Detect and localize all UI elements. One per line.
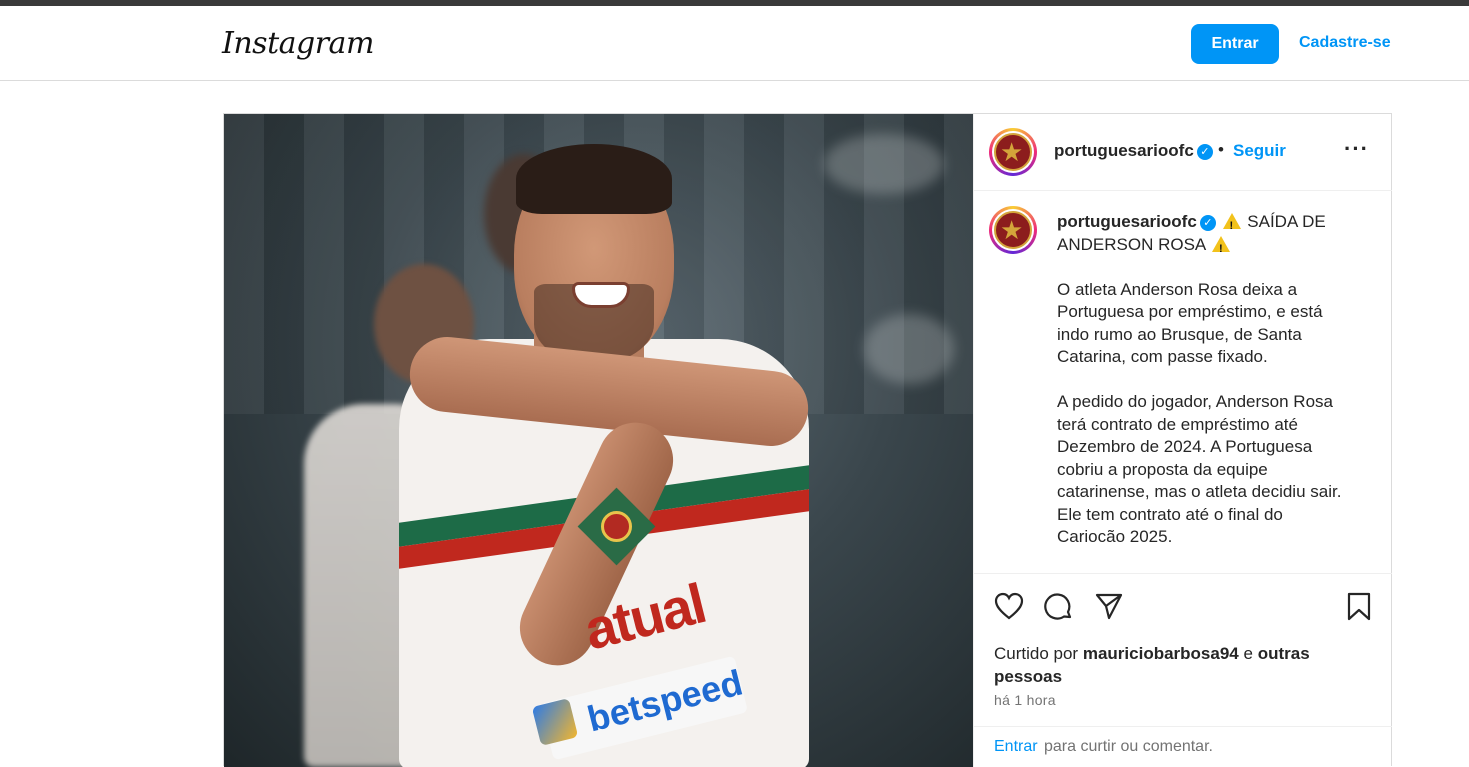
caption-paragraph: O atleta Anderson Rosa deixa a Portugues…: [1057, 279, 1323, 367]
login-button[interactable]: Entrar: [1191, 24, 1279, 64]
comment-prompt-text: para curtir ou comentar.: [1044, 738, 1213, 755]
dot-separator: •: [1218, 140, 1224, 159]
comment-icon[interactable]: [1044, 592, 1074, 627]
caption-area: ★ portuguesarioofc✓ SAÍDA DE ANDERSON RO…: [974, 191, 1392, 574]
share-icon[interactable]: [1094, 592, 1124, 625]
caption-title-line: portuguesarioofc✓ SAÍDA DE ANDERSON ROSA: [1057, 211, 1357, 260]
follow-button[interactable]: Seguir: [1233, 141, 1286, 161]
likes-prefix: Curtido por: [994, 644, 1079, 663]
heart-icon[interactable]: [994, 592, 1024, 625]
warning-icon: [1212, 235, 1231, 260]
post-photo[interactable]: atual betspeed: [224, 114, 973, 767]
club-crest-center: [601, 511, 632, 542]
player-smile: [572, 282, 630, 308]
warning-icon: [1222, 213, 1241, 238]
club-badge-icon: ★: [994, 133, 1032, 171]
caption-paragraph: A pedido do jogador, Anderson Rosa terá …: [1057, 392, 1342, 546]
caption-text: portuguesarioofc✓ SAÍDA DE ANDERSON ROSA…: [1057, 211, 1357, 549]
bookmark-icon[interactable]: [1346, 592, 1372, 627]
likes-summary: Curtido por mauriciobarbosa94 e outras p…: [994, 642, 1374, 688]
verified-icon: ✓: [1199, 215, 1216, 231]
action-bar: [974, 574, 1392, 634]
signup-link[interactable]: Cadastre-se: [1299, 34, 1391, 52]
stadium-light: [864, 314, 954, 384]
caption-username[interactable]: portuguesarioofc: [1057, 212, 1197, 231]
instagram-logo[interactable]: Instagram: [222, 26, 374, 61]
post-header: ★ portuguesarioofc ✓ • Seguir ···: [974, 114, 1392, 191]
post-username[interactable]: portuguesarioofc ✓: [1054, 141, 1213, 161]
more-options-icon[interactable]: ···: [1344, 136, 1369, 162]
club-badge-icon: ★: [994, 211, 1032, 249]
site-header: Instagram Entrar Cadastre-se: [0, 6, 1469, 81]
avatar[interactable]: ★: [989, 206, 1037, 254]
likes-connector: e: [1243, 644, 1253, 663]
avatar[interactable]: ★: [989, 128, 1037, 176]
verified-icon: ✓: [1196, 144, 1213, 160]
stadium-light: [824, 134, 944, 194]
post-card: atual betspeed ★ portuguesarioofc ✓ • Seg…: [223, 113, 1392, 767]
player-hair: [516, 144, 672, 214]
username-text[interactable]: portuguesarioofc: [1054, 141, 1194, 160]
comment-prompt: Entrar para curtir ou comentar.: [974, 726, 1392, 767]
liked-by-user[interactable]: mauriciobarbosa94: [1083, 644, 1239, 663]
login-to-comment-link[interactable]: Entrar: [994, 738, 1038, 756]
post-timestamp[interactable]: há 1 hora: [994, 692, 1056, 708]
post-side-panel: ★ portuguesarioofc ✓ • Seguir ··· ★ portu…: [973, 114, 1392, 767]
